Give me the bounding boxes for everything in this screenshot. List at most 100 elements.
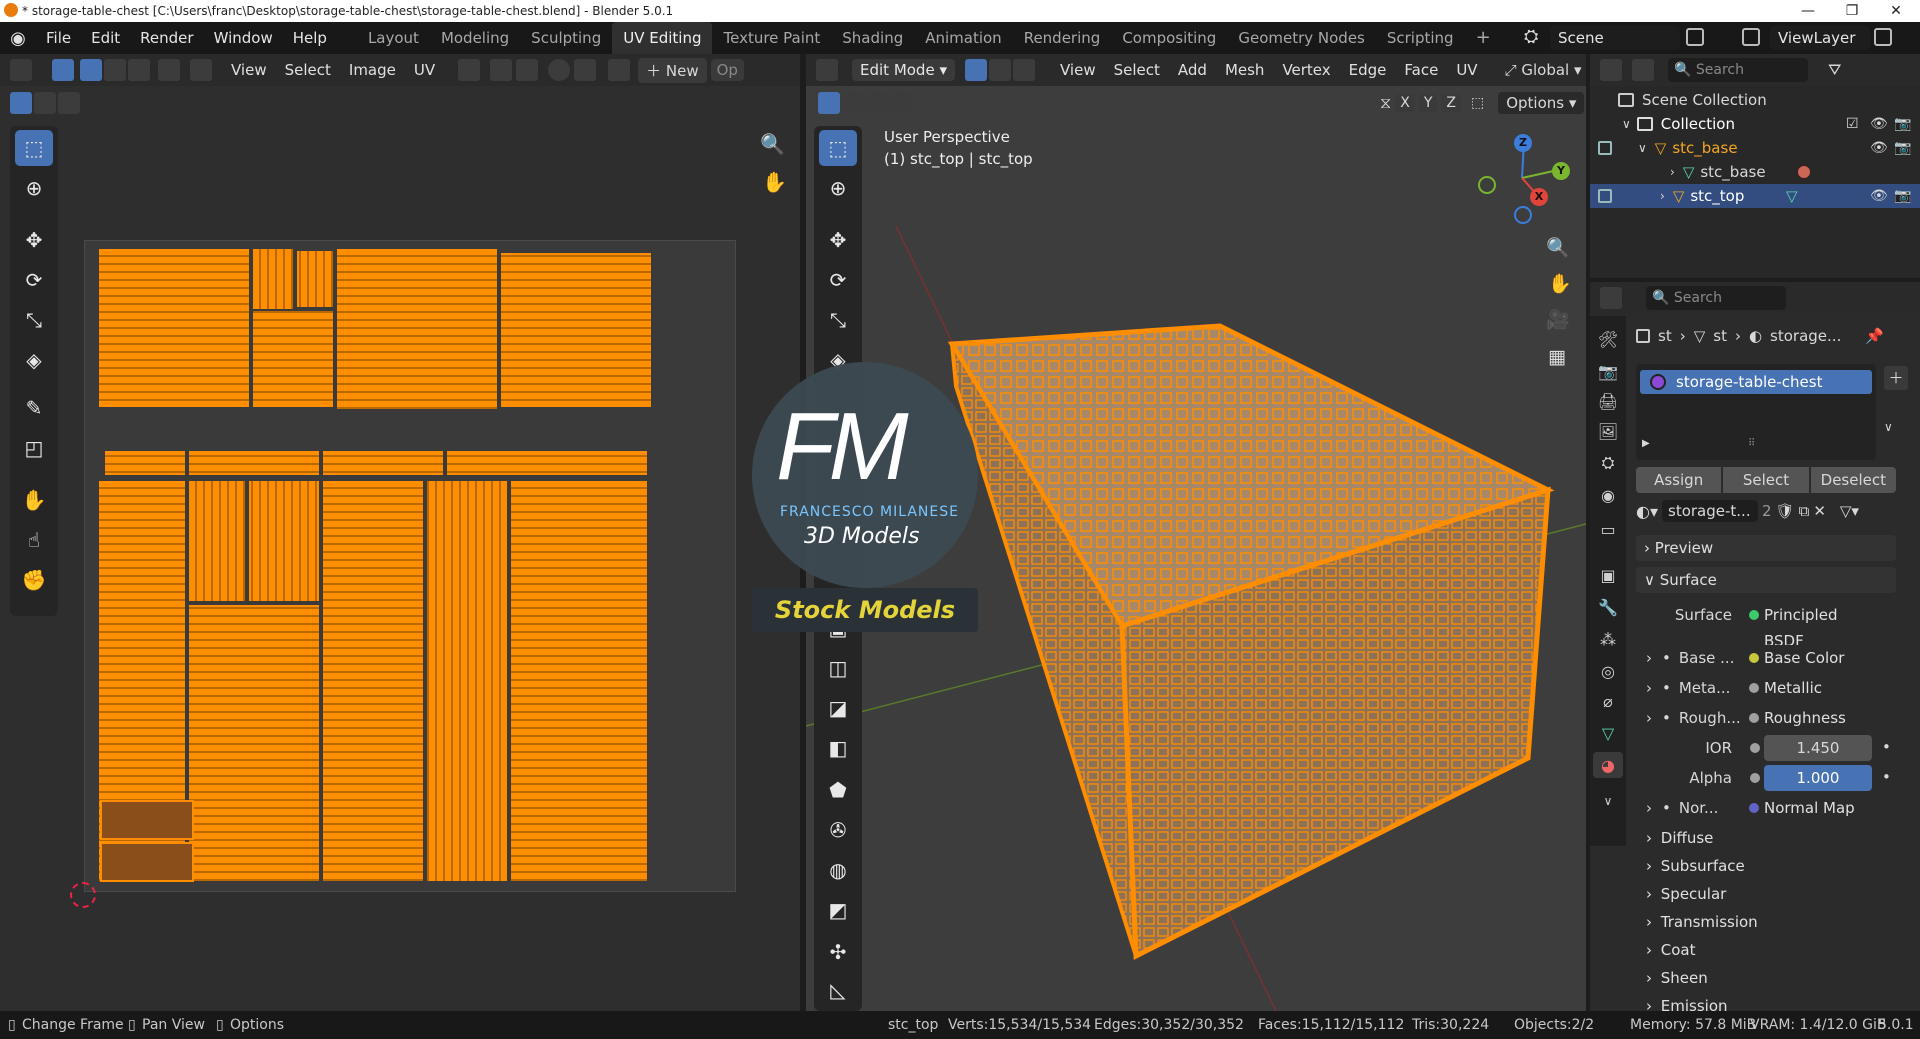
sync-selection-icon[interactable] xyxy=(52,59,74,81)
chevron-right-icon[interactable]: › xyxy=(1670,165,1675,179)
pan-hand-icon[interactable]: ✋ xyxy=(762,170,787,194)
duplicate-icon[interactable]: ⧉ xyxy=(1799,502,1810,520)
vp-pan-icon[interactable]: ✋ xyxy=(1548,272,1572,295)
object-tab-icon[interactable]: ▣ xyxy=(1595,562,1621,588)
close-button[interactable]: ✕ xyxy=(1874,0,1918,22)
display-mode-icon[interactable] xyxy=(1632,59,1654,81)
uv-menu-view[interactable]: View xyxy=(222,61,276,79)
properties-search-input[interactable]: 🔍 Search xyxy=(1646,286,1786,310)
mode-selector[interactable]: Edit Mode ▾ xyxy=(852,59,955,81)
ior-field[interactable]: 1.450 xyxy=(1764,735,1872,761)
tab-sculpting[interactable]: Sculpting xyxy=(520,22,612,54)
loop-cut-tool[interactable]: ◧ xyxy=(819,730,857,766)
pivot-icon[interactable] xyxy=(458,59,481,81)
alpha-field[interactable]: 1.000 xyxy=(1764,765,1872,791)
shrink-tool[interactable]: ✣ xyxy=(819,934,857,970)
smooth-tool[interactable]: ◩ xyxy=(819,892,857,928)
shear-tool[interactable]: ◺ xyxy=(819,972,857,1008)
filter-icon[interactable]: ⛛ xyxy=(1828,60,1841,80)
keyframe-dot-icon[interactable]: • xyxy=(1882,738,1891,756)
chevron-down-icon[interactable]: ∨ xyxy=(1622,117,1631,131)
select-new-icon[interactable] xyxy=(10,92,32,114)
select-box-tool[interactable]: ⬚ xyxy=(15,130,53,166)
poly-build-tool[interactable]: ✇ xyxy=(819,812,857,848)
tab-shading[interactable]: Shading xyxy=(831,22,914,54)
roughness-field[interactable]: Roughness xyxy=(1742,705,1872,731)
snap-target-icon[interactable] xyxy=(516,59,539,81)
tab-animation[interactable]: Animation xyxy=(914,22,1012,54)
proportional-edit-icon[interactable] xyxy=(548,59,571,81)
subsurface-section[interactable]: › Subsurface xyxy=(1636,853,1896,879)
unlink-icon[interactable]: ✕ xyxy=(1813,502,1826,520)
scene-tab-icon[interactable]: ⛭ xyxy=(1595,450,1621,476)
select-button[interactable]: Select xyxy=(1723,467,1809,493)
outliner-row-scene-collection[interactable]: Scene Collection xyxy=(1590,88,1920,112)
tab-rendering[interactable]: Rendering xyxy=(1013,22,1112,54)
coat-section[interactable]: › Coat xyxy=(1636,937,1896,963)
minimize-button[interactable]: — xyxy=(1786,0,1830,22)
render-tab-icon[interactable]: 📷 xyxy=(1595,358,1621,384)
2d-cursor-icon[interactable] xyxy=(70,882,96,908)
vertex-mode-icon[interactable] xyxy=(965,59,987,81)
tab-scripting[interactable]: Scripting xyxy=(1376,22,1465,54)
gizmo-neg-y[interactable] xyxy=(1478,176,1496,194)
material-slot-item[interactable]: storage-table-chest xyxy=(1640,370,1872,394)
pinch-tool[interactable]: ✊ xyxy=(15,562,53,598)
grab-tool[interactable]: ✋ xyxy=(15,482,53,518)
viewport-menu-mesh[interactable]: Mesh xyxy=(1216,61,1274,79)
camera-view-icon[interactable]: 🎥 xyxy=(1546,308,1570,331)
vp-cursor-tool[interactable]: ⊕ xyxy=(819,170,857,206)
properties-editor-type-icon[interactable] xyxy=(1600,287,1622,309)
diffuse-section[interactable]: › Diffuse xyxy=(1636,825,1896,851)
world-tab-icon[interactable]: ◉ xyxy=(1595,482,1621,508)
specular-section[interactable]: › Specular xyxy=(1636,881,1896,907)
viewport-menu-edge[interactable]: Edge xyxy=(1340,61,1396,79)
input-roughness-label[interactable]: › • Rough... xyxy=(1646,705,1741,731)
emission-section[interactable]: › Emission xyxy=(1636,993,1896,1011)
outliner-row-stc-base[interactable]: ∨ ▽ stc_base 👁 📷 xyxy=(1590,136,1920,160)
input-normal-label[interactable]: › • Nor... xyxy=(1646,795,1736,821)
modifier-tab-icon[interactable]: 🔧 xyxy=(1595,594,1621,620)
maximize-button[interactable]: ❐ xyxy=(1830,0,1874,22)
material-name-field[interactable]: storage-t... xyxy=(1662,500,1758,522)
scale-tool[interactable]: ⤡ xyxy=(15,302,53,338)
cursor-tool[interactable]: ⊕ xyxy=(15,170,53,206)
chevron-down-icon[interactable]: ∨ xyxy=(1638,141,1647,155)
preview-section-header[interactable]: › Preview xyxy=(1636,535,1896,561)
object-data-icon[interactable] xyxy=(1598,141,1612,155)
uv-menu-uv[interactable]: UV xyxy=(405,61,444,79)
assign-button[interactable]: Assign xyxy=(1636,467,1722,493)
relax-tool[interactable]: ☝ xyxy=(15,522,53,558)
outliner-editor-type-icon[interactable] xyxy=(1600,59,1622,81)
chevron-right-icon[interactable]: › xyxy=(1660,189,1665,203)
zoom-icon[interactable]: 🔍 xyxy=(760,132,785,156)
viewport-menu-face[interactable]: Face xyxy=(1395,61,1447,79)
knife-tool[interactable]: ⬟ xyxy=(819,772,857,808)
falloff-icon[interactable] xyxy=(574,59,597,81)
tab-modeling[interactable]: Modeling xyxy=(430,22,520,54)
resize-grip-icon[interactable]: ⠿ xyxy=(1748,438,1755,449)
viewport-menu-view[interactable]: View xyxy=(1051,61,1105,79)
data-tab-icon[interactable]: ▽ xyxy=(1595,720,1621,746)
eye-icon[interactable]: 👁 xyxy=(1870,140,1888,156)
orientation-selector[interactable]: ⤢ Global ▾ xyxy=(1505,61,1582,79)
gizmo-z-axis[interactable]: Z xyxy=(1514,134,1532,152)
rotate-tool[interactable]: ⟳ xyxy=(15,262,53,298)
tab-texture-paint[interactable]: Texture Paint xyxy=(712,22,831,54)
uv-menu-image[interactable]: Image xyxy=(340,61,405,79)
particles-tab-icon[interactable]: ⁂ xyxy=(1595,626,1621,652)
output-tab-icon[interactable]: 🖨 xyxy=(1595,388,1621,414)
slot-menu-icon[interactable]: ∨ xyxy=(1884,420,1893,434)
tab-uv-editing[interactable]: UV Editing xyxy=(612,22,713,54)
move-tool[interactable]: ✥ xyxy=(15,222,53,258)
gizmo-neg-z[interactable] xyxy=(1514,206,1532,224)
object-data-icon[interactable] xyxy=(1598,189,1612,203)
fake-user-icon[interactable]: 🛡 xyxy=(1776,502,1795,520)
view-layer-tab-icon[interactable]: 🖼 xyxy=(1595,418,1621,444)
annotate-tool[interactable]: ✎ xyxy=(15,390,53,426)
outliner-search-input[interactable]: 🔍 Search xyxy=(1668,58,1808,82)
collection-tab-icon[interactable]: ▭ xyxy=(1595,516,1621,542)
ortho-toggle-icon[interactable]: ▦ xyxy=(1548,346,1566,368)
vp-move-tool[interactable]: ✥ xyxy=(819,222,857,258)
vp-rotate-tool[interactable]: ⟳ xyxy=(819,262,857,298)
